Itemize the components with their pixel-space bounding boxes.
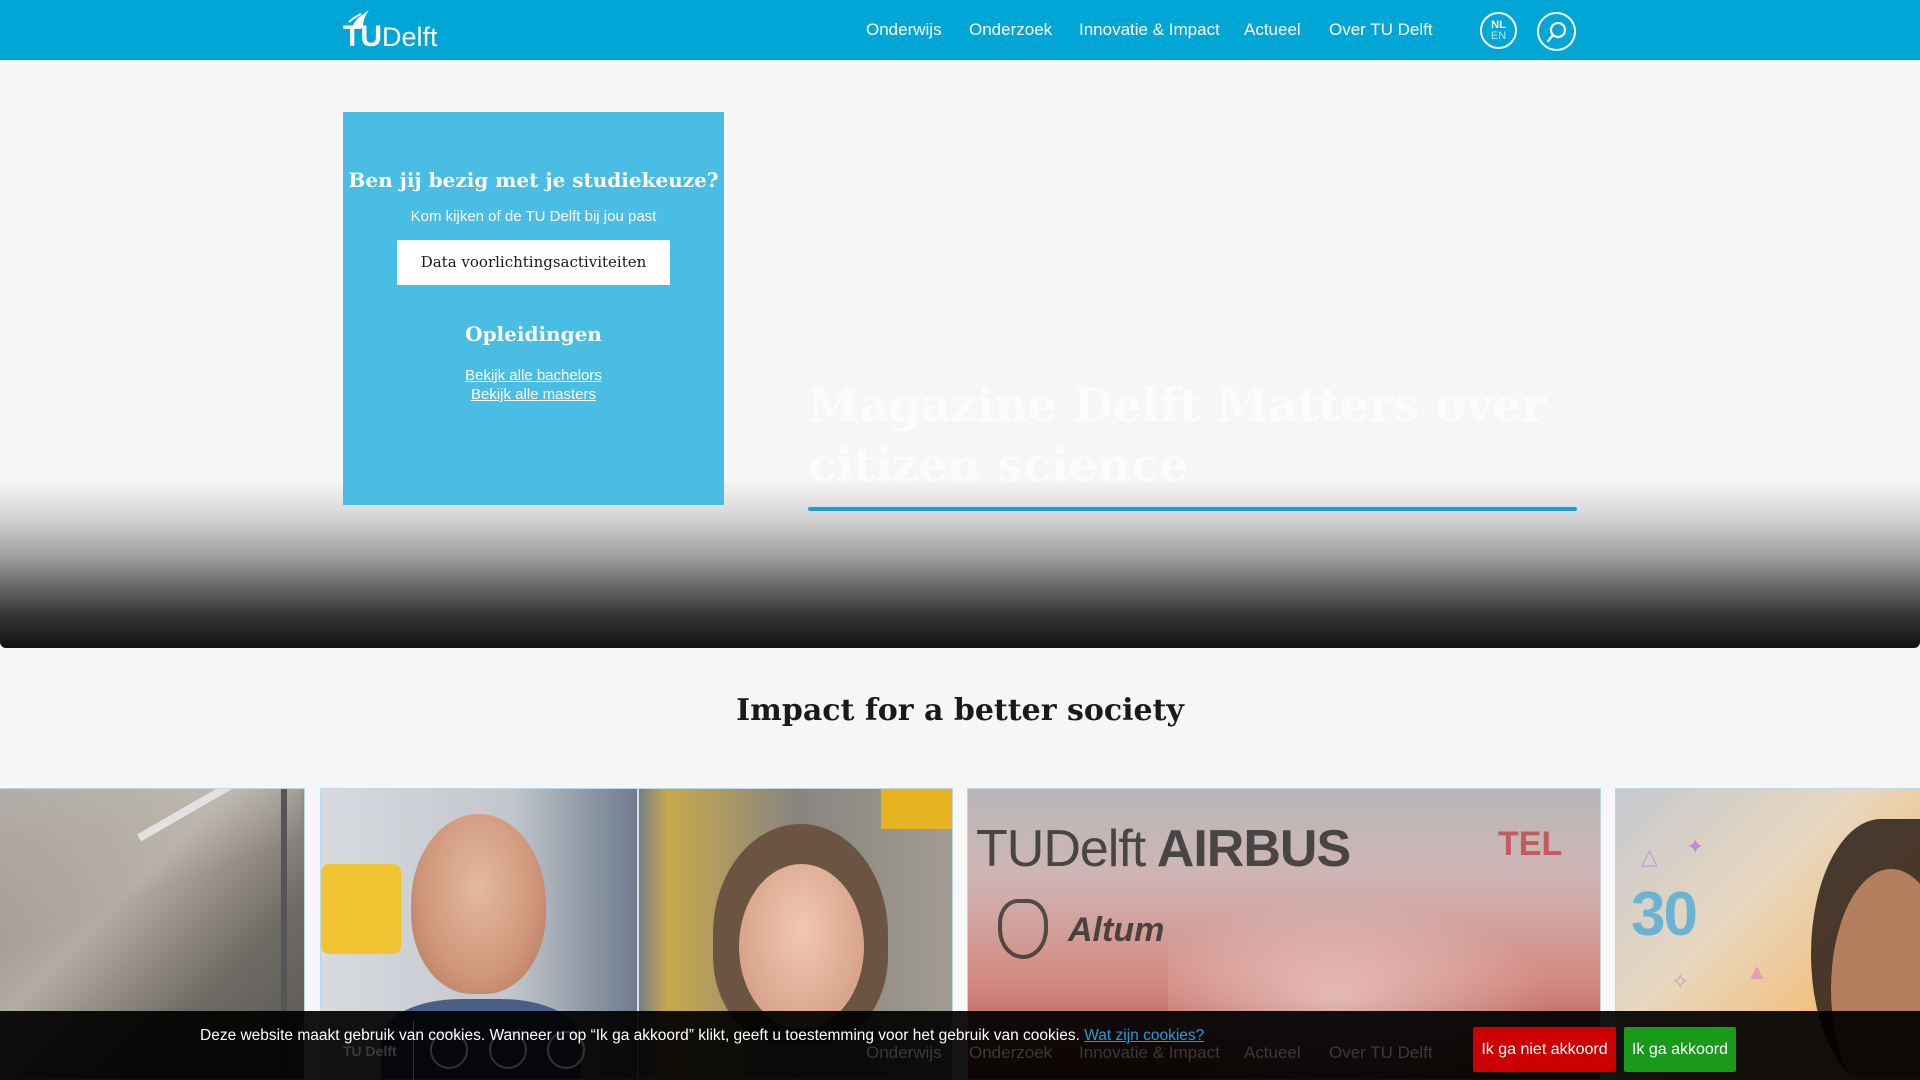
decline-cookies-button[interactable]: Ik ga niet akkoord <box>1473 1027 1616 1072</box>
hero-title[interactable]: Magazine Delft Matters over citizen scie… <box>808 375 1578 495</box>
footer-nav-item: Actueel <box>1244 1043 1301 1062</box>
cookie-message: Deze website maakt gebruik van cookies. … <box>200 1027 1204 1045</box>
programs-heading: Opleidingen <box>465 322 602 346</box>
footer-logo: TU Delft <box>343 1043 397 1059</box>
card-number: 30 <box>1631 880 1698 949</box>
study-box-heading: Ben jij bezig met je studiekeuze? <box>348 168 719 192</box>
tu-delft-logo[interactable]: TU Delft <box>343 8 438 52</box>
card-image-detail <box>881 789 952 829</box>
cookie-consent-bar: TU Delft Onderwijs Onderzoek Innovatie &… <box>0 1011 1920 1080</box>
triangle-icon: ▲ <box>1746 959 1768 984</box>
section-title: Impact for a better society <box>736 693 1184 728</box>
card-brand-delft: Delft <box>1043 820 1146 878</box>
cookie-message-text: Deze website maakt gebruik van cookies. … <box>200 1027 1080 1044</box>
hero-title-underline <box>808 507 1577 511</box>
footer-nav-item: Over TU Delft <box>1329 1043 1433 1062</box>
lang-en: EN <box>1490 29 1507 42</box>
card-brand-altum: Altum <box>1068 911 1165 949</box>
nav-actueel[interactable]: Actueel <box>1244 20 1301 40</box>
site-header: TU Delft Onderwijs Onderzoek Innovatie &… <box>0 0 1920 60</box>
portrait-woman <box>739 864 864 1029</box>
portrait-man <box>411 814 546 994</box>
nav-onderwijs[interactable]: Onderwijs <box>866 20 942 40</box>
language-switch-button[interactable]: NL EN <box>1480 12 1517 49</box>
footer-nav-item: Onderzoek <box>969 1043 1053 1062</box>
card-image-detail <box>321 864 401 954</box>
triangle-icon: △ <box>1641 844 1658 869</box>
nav-innovatie-impact[interactable]: Innovatie & Impact <box>1079 20 1220 40</box>
what-are-cookies-link[interactable]: Wat zijn cookies? <box>1084 1027 1204 1044</box>
footer-nav-item: Onderwijs <box>866 1043 942 1062</box>
study-box-subtext: Kom kijken of de TU Delft bij jou past <box>410 208 657 225</box>
program-links: Bekijk alle bachelors Bekijk alle master… <box>343 366 724 404</box>
search-button[interactable] <box>1537 12 1576 51</box>
info-activities-button[interactable]: Data voorlichtingsactiviteiten <box>397 240 670 285</box>
card-image-detail <box>998 899 1048 959</box>
card-brand-airbus: AIRBUS <box>1156 820 1351 878</box>
study-choice-box: Ben jij bezig met je studiekeuze? Kom ki… <box>343 112 724 505</box>
nav-over-tu-delft[interactable]: Over TU Delft <box>1329 20 1433 40</box>
card-brand-tel: TEL <box>1498 825 1563 863</box>
all-masters-link[interactable]: Bekijk alle masters <box>343 385 724 404</box>
footer-nav-item: Innovatie & Impact <box>1079 1043 1220 1062</box>
all-bachelors-link[interactable]: Bekijk alle bachelors <box>343 366 724 385</box>
nav-onderzoek[interactable]: Onderzoek <box>969 20 1052 40</box>
search-icon <box>1546 21 1566 42</box>
logo-delft: Delft <box>382 22 438 52</box>
star-icon: ✧ <box>1671 969 1690 994</box>
hero-banner: Ben jij bezig met je studiekeuze? Kom ki… <box>0 60 1920 648</box>
card-brand-text: TUDelft AIRBUS <box>976 819 1351 879</box>
card-brand-tu: TU <box>976 820 1044 878</box>
lang-nl: NL <box>1491 18 1506 31</box>
flame-icon <box>348 10 369 28</box>
star-icon: ✦ <box>1686 834 1705 859</box>
accept-cookies-button[interactable]: Ik ga akkoord <box>1624 1027 1736 1072</box>
